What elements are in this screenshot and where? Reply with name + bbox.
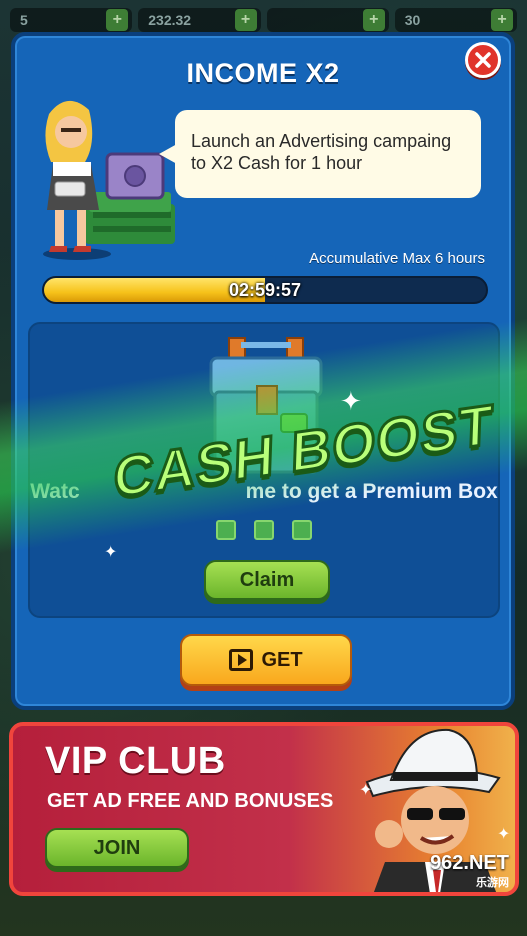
ad-progress-dots (216, 520, 312, 540)
add-gems-button[interactable]: + (491, 9, 513, 31)
add-coins-button[interactable]: + (362, 9, 385, 31)
ad-dot (254, 520, 274, 540)
vip-club-banner[interactable]: VIP CLUB GET AD FREE AND BONUSES JOIN ✦ … (9, 722, 519, 896)
close-button[interactable] (465, 42, 501, 78)
vip-subtitle: GET AD FREE AND BONUSES (47, 790, 334, 812)
vip-title: VIP CLUB (45, 740, 226, 782)
get-label: GET (261, 648, 303, 671)
resource-workers: 5 + (10, 8, 133, 32)
accumulative-max-label: Accumulative Max 6 hours (309, 250, 485, 267)
resource-coins: + (266, 8, 389, 32)
resource-gems-value: 30 (404, 12, 421, 28)
timer-text: 02:59:57 (228, 279, 302, 300)
speech-bubble: Launch an Advertising campaing to X2 Cas… (159, 110, 481, 198)
watermark-logo: 962.NET 乐游网 (387, 852, 509, 889)
get-button[interactable]: GET (180, 634, 352, 686)
safe-icon (105, 152, 165, 200)
advisor-character-illustration (43, 100, 175, 260)
sparkle-icon: ✦ (359, 782, 373, 799)
resource-gems: 30 + (394, 8, 517, 32)
ad-dot (216, 520, 236, 540)
boost-progress-bar: 02:59:57 (42, 276, 488, 304)
dialog-title: INCOME X2 (186, 58, 340, 88)
ad-dot (292, 520, 312, 540)
add-workers-button[interactable]: + (106, 9, 129, 31)
watermark-sub: 乐游网 (476, 877, 509, 889)
watermark-main: 962.NET (430, 852, 509, 874)
money-stack (85, 192, 175, 244)
claim-button[interactable]: Claim (204, 560, 330, 600)
sparkle-icon: ✦ (497, 826, 511, 843)
sparkle-icon: ✦ (104, 544, 118, 561)
close-icon (475, 52, 491, 68)
play-video-icon (229, 649, 254, 671)
sparkle-icon: ✦ (340, 386, 362, 416)
resource-workers-value: 5 (20, 12, 28, 28)
join-button[interactable]: JOIN (45, 828, 189, 868)
resource-bar: 5 + 232.32 + + 30 + (0, 0, 527, 34)
resource-cash-value: 232.32 (148, 12, 192, 28)
resource-cash: 232.32 + (138, 8, 261, 32)
watch-text-left: Watc (30, 480, 80, 503)
add-cash-button[interactable]: + (234, 9, 257, 31)
income-x2-dialog: INCOME X2 Launch an Advertising campaing… (11, 32, 515, 710)
